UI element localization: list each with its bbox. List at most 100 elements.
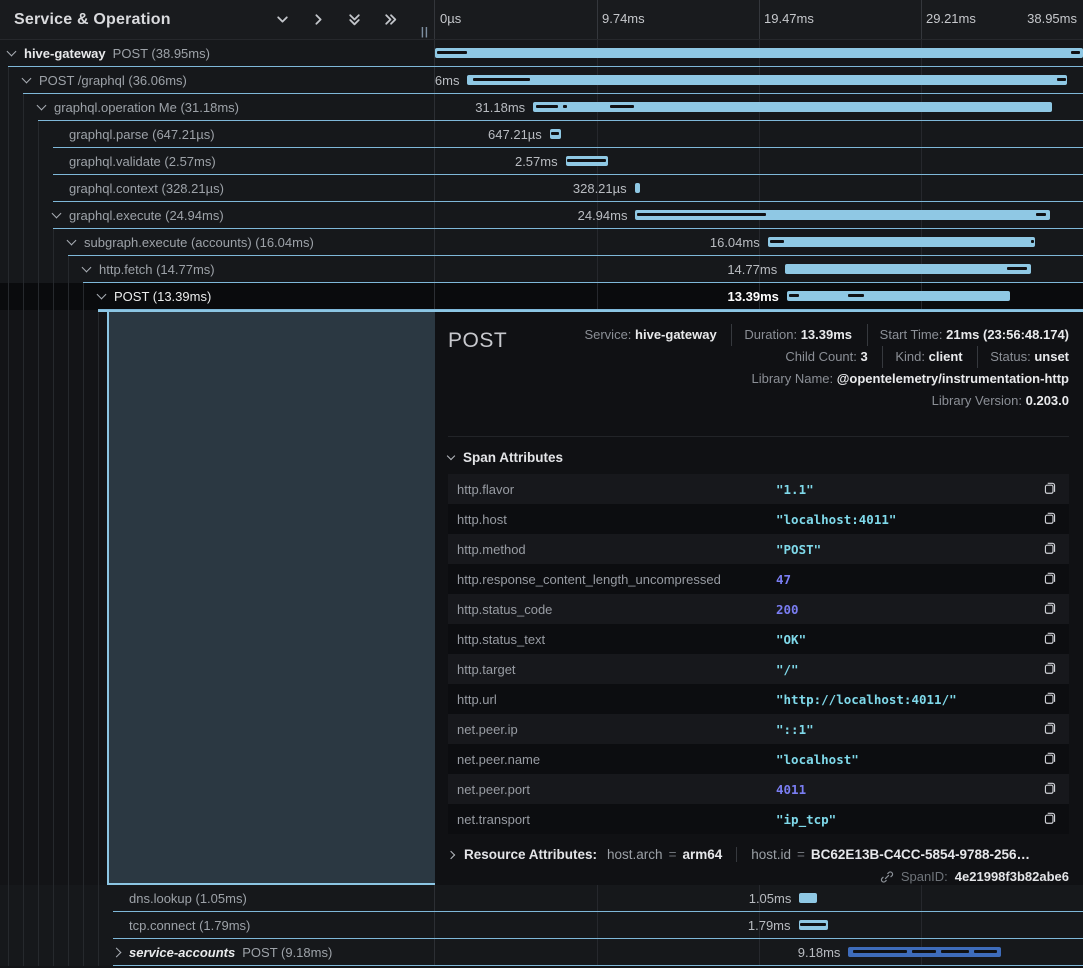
span-row[interactable]: POST /graphql (36.06ms)36.06ms (0, 67, 1083, 94)
resource-attribute-item: host.id=BC62E13B-C4CC-5854-9788-256… (736, 847, 1030, 862)
span-bar[interactable] (768, 237, 1035, 247)
span-row[interactable]: dns.lookup (1.05ms)1.05ms (0, 885, 1083, 912)
copy-icon[interactable] (1043, 571, 1059, 587)
chevron-down-icon[interactable] (275, 12, 290, 27)
double-chevron-right-icon[interactable] (383, 12, 398, 27)
span-bar[interactable] (785, 264, 1031, 274)
timeline-ruler: 0µs9.74ms19.47ms29.21ms38.95ms (435, 0, 1083, 39)
double-chevron-down-icon[interactable] (347, 12, 362, 27)
span-row[interactable]: tcp.connect (1.79ms)1.79ms (0, 912, 1083, 939)
attribute-row[interactable]: http.status_code200 (448, 594, 1069, 624)
bar-self-time-stripe (1007, 267, 1027, 270)
copy-icon[interactable] (1043, 811, 1059, 827)
copy-icon[interactable] (1043, 751, 1059, 767)
overview-duration: Duration: 13.39ms (731, 324, 852, 346)
overview-line: Service: hive-gateway Duration: 13.39ms … (507, 324, 1069, 346)
panel-resize-handle[interactable]: || (421, 26, 429, 38)
attribute-row[interactable]: http.url"http://localhost:4011/" (448, 684, 1069, 714)
indent-guide (23, 283, 24, 310)
indent-guide (68, 256, 69, 283)
indent-guide (53, 229, 54, 256)
indent-guide (38, 912, 39, 939)
span-name-cell: service-accountsPOST (9.18ms) (0, 939, 435, 966)
span-row[interactable]: graphql.operation Me (31.18ms)31.18ms (0, 94, 1083, 121)
attribute-row[interactable]: net.peer.name"localhost" (448, 744, 1069, 774)
span-row[interactable]: hive-gatewayPOST (38.95ms)38.95ms (0, 40, 1083, 67)
row-underline (113, 938, 1083, 939)
copy-icon[interactable] (1043, 481, 1059, 497)
operation-name: graphql.execute (24.94ms) (69, 208, 224, 223)
timeline-gridline (921, 121, 922, 148)
copy-icon[interactable] (1043, 541, 1059, 557)
copy-icon[interactable] (1043, 721, 1059, 737)
attribute-key: http.status_code (457, 602, 776, 617)
attribute-row[interactable]: net.peer.ip"::1" (448, 714, 1069, 744)
attribute-value: "/" (776, 662, 1043, 677)
copy-icon[interactable] (1043, 601, 1059, 617)
span-bar-cell: 31.18ms (435, 94, 1083, 121)
attribute-row[interactable]: http.target"/" (448, 654, 1069, 684)
attribute-row[interactable]: http.flavor"1.1" (448, 474, 1069, 504)
span-bar[interactable] (635, 183, 640, 193)
span-bar[interactable] (799, 893, 816, 903)
attribute-row[interactable]: http.method"POST" (448, 534, 1069, 564)
bar-self-time-stripe (1036, 213, 1046, 216)
copy-icon[interactable] (1043, 691, 1059, 707)
attribute-value: "localhost:4011" (776, 512, 1043, 527)
attribute-row[interactable]: net.peer.port4011 (448, 774, 1069, 804)
bar-self-time-stripe (800, 923, 826, 926)
overview-library-name: Library Name: @opentelemetry/instrumenta… (751, 368, 1069, 390)
attribute-key: http.flavor (457, 482, 776, 497)
overview-line: Child Count: 3 Kind: client Status: unse… (507, 346, 1069, 368)
attribute-key: http.target (457, 662, 776, 677)
span-bar[interactable] (467, 75, 1067, 85)
timeline-gridline (597, 283, 598, 310)
trace-viewer: Service & Operation || 0µs9.74ms19.47ms2… (0, 0, 1083, 968)
span-row[interactable]: service-accountsPOST (9.18ms)9.18ms (0, 939, 1083, 966)
span-row[interactable]: graphql.validate (2.57ms)2.57ms (0, 148, 1083, 175)
span-row[interactable]: http.fetch (14.77ms)14.77ms (0, 256, 1083, 283)
timeline-gridline (597, 121, 598, 148)
span-name-cell: graphql.parse (647.21µs) (0, 121, 435, 148)
span-row[interactable]: POST (13.39ms)13.39ms (0, 283, 1083, 310)
bar-self-time-stripe (437, 51, 467, 54)
copy-icon[interactable] (1043, 661, 1059, 677)
attribute-value: "localhost" (776, 752, 1043, 767)
copy-icon[interactable] (1043, 781, 1059, 797)
link-icon[interactable] (880, 870, 894, 884)
span-name-cell: graphql.context (328.21µs) (0, 175, 435, 202)
indent-guide (38, 283, 39, 310)
indent-guide (23, 202, 24, 229)
top-bar: Service & Operation || 0µs9.74ms19.47ms2… (0, 0, 1083, 40)
copy-icon[interactable] (1043, 631, 1059, 647)
span-name-cell: tcp.connect (1.79ms) (0, 912, 435, 939)
bar-self-time-stripe (789, 294, 800, 297)
timeline-gridline (921, 0, 922, 39)
indent-guide (8, 256, 9, 283)
span-bar-cell: 9.18ms (435, 939, 1083, 966)
attribute-key: net.transport (457, 812, 776, 827)
span-row[interactable]: graphql.context (328.21µs)328.21µs (0, 175, 1083, 202)
resource-attributes-row[interactable]: Resource Attributes: host.arch=arm64host… (448, 847, 1069, 862)
timeline-gridline (759, 175, 760, 202)
indent-guide (8, 310, 9, 885)
chevron-right-icon (447, 850, 455, 858)
indent-guide (23, 148, 24, 175)
attribute-row[interactable]: net.transport"ip_tcp" (448, 804, 1069, 834)
indent-guide (23, 94, 24, 121)
span-id-row: SpanID: 4e21998f3b82abe6 (448, 869, 1069, 884)
chevron-right-icon[interactable] (311, 12, 326, 27)
attribute-row[interactable]: http.status_text"OK" (448, 624, 1069, 654)
attribute-row[interactable]: http.host"localhost:4011" (448, 504, 1069, 534)
span-row[interactable]: graphql.parse (647.21µs)647.21µs (0, 121, 1083, 148)
span-bar[interactable] (435, 48, 1083, 58)
span-bar[interactable] (787, 291, 1010, 301)
span-attributes-section-toggle[interactable]: Span Attributes (448, 436, 1069, 465)
copy-icon[interactable] (1043, 511, 1059, 527)
bar-self-time-stripe (848, 294, 865, 297)
operation-name: graphql.parse (647.21µs) (69, 127, 215, 142)
row-underline (113, 965, 1083, 966)
attribute-row[interactable]: http.response_content_length_uncompresse… (448, 564, 1069, 594)
span-row[interactable]: graphql.execute (24.94ms)24.94ms (0, 202, 1083, 229)
span-row[interactable]: subgraph.execute (accounts) (16.04ms)16.… (0, 229, 1083, 256)
